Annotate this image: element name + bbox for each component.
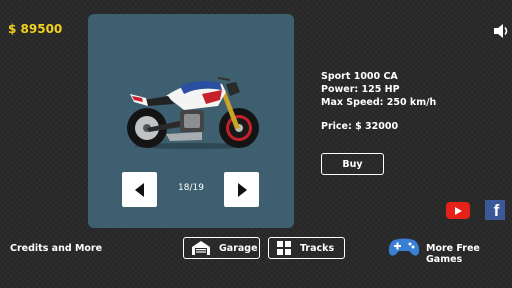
garage-button[interactable]: Garage	[183, 237, 260, 259]
garage-label: Garage	[219, 242, 258, 254]
speaker-icon[interactable]	[492, 22, 510, 40]
bike-power: Power: 125 HP	[321, 84, 400, 95]
gamepad-icon[interactable]	[388, 236, 420, 258]
garage-icon	[192, 241, 210, 255]
credits-link[interactable]: Credits and More	[10, 243, 102, 254]
bike-specs: Sport 1000 CA Power: 125 HP Max Speed: 2…	[321, 70, 436, 109]
more-free-games-link[interactable]: More Free Games	[426, 243, 512, 265]
arrow-left-icon	[134, 182, 144, 197]
bike-counter: 18/19	[178, 183, 204, 193]
bike-max-speed: Max Speed: 250 km/h	[321, 97, 437, 108]
youtube-icon[interactable]	[446, 202, 470, 219]
buy-button[interactable]: Buy	[321, 153, 384, 175]
arrow-right-icon	[237, 182, 247, 197]
tracks-label: Tracks	[300, 242, 335, 254]
money-counter: $ 89500	[8, 22, 63, 36]
prev-bike-button[interactable]	[122, 172, 157, 207]
next-bike-button[interactable]	[224, 172, 259, 207]
grid-icon	[277, 241, 291, 255]
bike-price: Price: $ 32000	[321, 121, 399, 132]
tracks-button[interactable]: Tracks	[268, 237, 345, 259]
bike-name: Sport 1000 CA	[321, 71, 398, 82]
facebook-icon[interactable]: f	[485, 200, 505, 220]
motorcycle-image	[127, 77, 259, 149]
